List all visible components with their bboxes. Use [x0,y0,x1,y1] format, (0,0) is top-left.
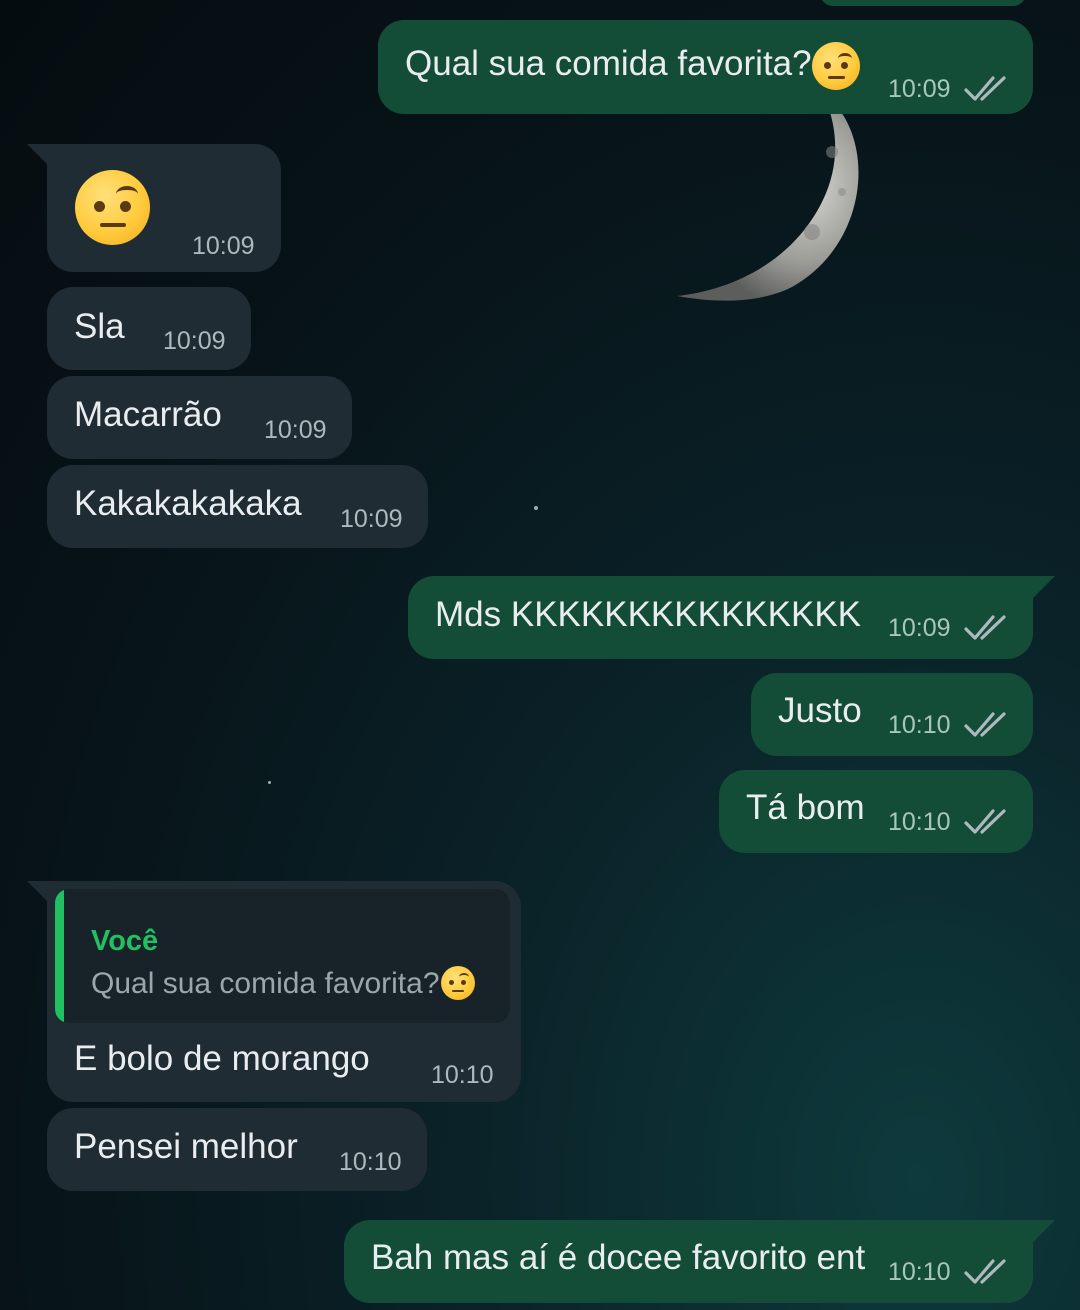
moon-wallpaper-icon [677,92,859,301]
message-time: 10:09 [340,505,403,533]
message-bubble-outgoing[interactable]: Qual sua comida favorita? 10:09 [378,20,1033,114]
raised-eyebrow-emoji-icon [75,170,150,245]
message-bubble-incoming[interactable]: Pensei melhor 10:10 [47,1108,427,1191]
message-text: Mds KKKKKKKKKKKKKKK [435,595,862,634]
star-decoration [534,506,538,510]
message-bubble-incoming[interactable]: Kakakakakaka 10:09 [47,465,428,548]
message-bubble-outgoing[interactable]: Tá bom 10:10 [719,770,1033,853]
double-check-icon [964,809,1006,834]
message-text: Pensei melhor [74,1127,298,1166]
message-bubble-outgoing[interactable]: Mds KKKKKKKKKKKKKKK 10:09 [408,576,1055,659]
bubble-tail [27,881,49,903]
message-bubble-partial[interactable] [820,0,1026,6]
message-bubble-outgoing[interactable]: Justo 10:10 [751,673,1033,756]
double-check-icon [964,615,1006,640]
double-check-icon [964,76,1006,101]
chat-background: Qual sua comida favorita? 10:09 10:09 Sl… [0,0,1080,1310]
message-time: 10:10 [888,1258,951,1286]
reply-accent-bar [55,889,64,1023]
message-text: E bolo de morango [74,1039,370,1078]
double-check-icon [964,712,1006,737]
double-check-icon [964,1259,1006,1284]
message-bubble-incoming[interactable]: 10:09 [27,144,281,272]
message-time: 10:10 [888,808,951,836]
bubble-tail [1033,576,1055,598]
star-decoration [268,781,271,784]
message-text: Justo [778,691,862,730]
message-time: 10:10 [888,711,951,739]
message-time: 10:09 [163,327,226,355]
message-text: Sla [74,307,125,346]
reply-text: Qual sua comida favorita? [91,966,475,1002]
bubble-tail [1033,1220,1055,1242]
message-time: 10:10 [339,1148,402,1176]
raised-eyebrow-emoji-icon [812,42,860,90]
reply-quote[interactable]: Você Qual sua comida favorita? [55,889,510,1023]
message-text: Tá bom [746,788,865,827]
message-time: 10:10 [431,1061,494,1089]
message-bubble-incoming-reply[interactable]: Você Qual sua comida favorita? E bolo de… [27,881,521,1102]
message-text: Kakakakakaka [74,484,302,523]
reply-author: Você [91,925,159,957]
message-bubble-outgoing[interactable]: Bah mas aí é docee favorito ent 10:10 [344,1220,1055,1303]
message-text: Qual sua comida favorita? [405,44,812,83]
message-time: 10:09 [888,614,951,642]
message-bubble-incoming[interactable]: Sla 10:09 [47,287,251,370]
message-bubble-incoming[interactable]: Macarrão 10:09 [47,376,352,459]
message-text: Bah mas aí é docee favorito ent [371,1238,866,1277]
raised-eyebrow-emoji-icon [440,966,475,1001]
message-text: Macarrão [74,395,222,434]
message-time: 10:09 [264,416,327,444]
message-time: 10:09 [888,75,951,103]
message-time: 10:09 [192,232,255,260]
bubble-tail [27,144,49,166]
